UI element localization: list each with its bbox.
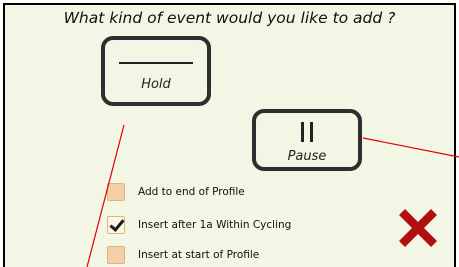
option-label: Insert after 1a Within Cycling <box>138 219 292 231</box>
hold-button[interactable]: Hold <box>101 36 211 106</box>
checkmark-icon <box>109 216 125 232</box>
close-x-icon <box>399 209 437 247</box>
pause-button-label: Pause <box>287 149 327 164</box>
option-label: Add to end of Profile <box>138 186 245 198</box>
option-insert-at-start[interactable]: Insert at start of Profile <box>107 245 259 265</box>
hold-line-icon <box>119 62 193 64</box>
add-to-end-checkbox[interactable] <box>107 183 125 201</box>
pause-icon <box>299 122 315 142</box>
add-event-dialog: What kind of event would you like to add… <box>3 3 456 267</box>
option-add-to-end[interactable]: Add to end of Profile <box>107 182 245 202</box>
insert-at-start-checkbox[interactable] <box>107 246 125 264</box>
insert-after-checkbox[interactable] <box>107 216 125 234</box>
pause-button[interactable]: Pause <box>252 109 362 171</box>
option-label: Insert at start of Profile <box>138 249 260 261</box>
option-insert-after[interactable]: Insert after 1a Within Cycling <box>107 215 291 235</box>
hold-button-label: Hold <box>141 77 171 92</box>
dialog-title: What kind of event would you like to add… <box>63 9 396 27</box>
close-button[interactable] <box>392 202 444 254</box>
